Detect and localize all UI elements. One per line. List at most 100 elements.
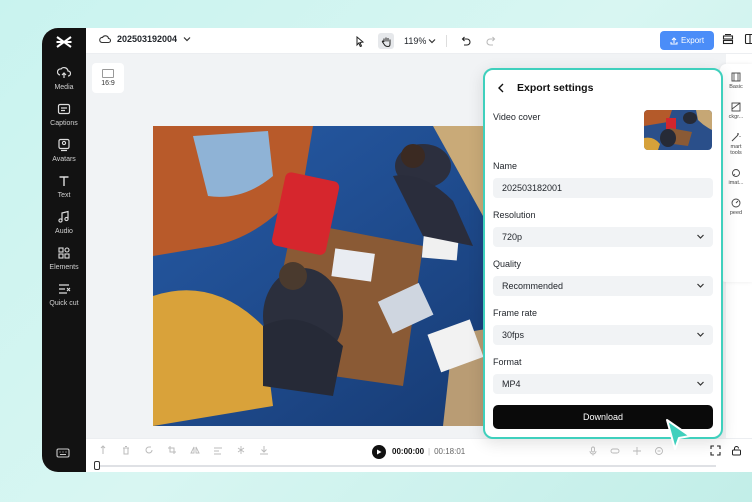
download-label: Download [582,412,624,422]
timeline-scrubber-track[interactable] [96,465,716,467]
download-arrow-icon[interactable] [259,445,269,455]
crop-icon[interactable] [167,445,177,455]
sidebar-item-label: Captions [50,120,78,127]
format-value: MP4 [502,379,521,389]
rail-item-smart-tools[interactable]: mart tools [720,132,752,156]
export-button[interactable]: Export [660,31,714,50]
animation-icon [732,169,740,177]
sidebar-item-media[interactable]: Media [42,66,86,92]
sidebar-item-elements[interactable]: Elements [42,246,86,272]
quick-cut-icon [59,284,71,294]
mirror-icon[interactable] [190,445,200,455]
name-input-value: 202503182001 [502,183,563,193]
select-tool-button[interactable] [352,33,368,49]
mouse-cursor-icon [664,418,694,457]
rail-item-label: imat... [728,180,744,186]
zoom-dropdown[interactable]: 119% [404,36,436,46]
resolution-select[interactable]: 720p [493,227,713,247]
panel-title: Export settings [517,82,594,94]
back-arrow-icon[interactable] [497,83,505,93]
current-time: 00:00:00 [392,447,425,456]
rail-item-speed[interactable]: peed [720,198,752,216]
split-icon[interactable] [98,445,108,455]
canvas-tools: 119% [352,33,499,49]
quality-select[interactable]: Recommended [493,276,713,296]
chevron-down-icon [428,39,436,44]
format-select[interactable]: MP4 [493,374,713,394]
sidebar-item-avatars[interactable]: Avatars [42,138,86,164]
toolbar-divider [446,35,448,47]
undo-button[interactable] [457,33,473,49]
capcut-logo-icon [54,32,74,52]
timeline-right-tools [588,446,664,456]
link-icon[interactable] [610,446,620,456]
chevron-down-icon [697,332,704,337]
magic-wand-icon [731,133,741,142]
sidebar-item-captions[interactable]: Captions [42,102,86,128]
rail-item-label: peed [729,210,743,216]
sidebar-item-label: Quick cut [49,300,79,307]
video-cover-label: Video cover [493,112,541,122]
play-button[interactable] [372,445,386,459]
delete-icon[interactable] [121,445,131,455]
play-icon [377,449,382,455]
rail-item-animation[interactable]: imat... [720,168,752,186]
redo-button[interactable] [483,33,499,49]
aspect-ratio-button[interactable]: 16:9 [92,63,124,93]
lock-icon[interactable] [731,445,742,456]
right-properties-rail: Basic ckgr... mart tools imat... peed [720,64,752,282]
fullscreen-icon[interactable] [710,445,721,456]
quality-value: Recommended [502,281,564,291]
upload-icon [670,36,678,44]
adjust-icon[interactable] [213,445,223,455]
total-time: 00:18:01 [434,447,466,456]
playhead-handle[interactable] [94,461,100,470]
rail-item-basic[interactable]: Basic [720,72,752,90]
media-icon [57,67,71,78]
sidebar-item-audio[interactable]: Audio [42,210,86,236]
frame-rate-select[interactable]: 30fps [493,325,713,345]
quality-label: Quality [493,259,522,269]
zoom-out-icon[interactable] [654,446,664,456]
export-label: Export [680,36,705,45]
sidebar-item-label: Avatars [52,156,76,163]
captions-icon [57,103,71,115]
rotate-icon[interactable] [144,445,154,455]
rail-item-label: ckgr... [728,114,744,120]
name-input[interactable]: 202503182001 [493,178,713,198]
undo-icon [461,36,471,46]
layers-icon[interactable] [722,33,734,45]
zoom-value: 119% [404,36,427,46]
rail-item-background[interactable]: ckgr... [720,102,752,120]
elements-icon [58,247,70,259]
frame-rate-label: Frame rate [493,308,538,318]
top-right-tools [722,33,752,45]
export-settings-panel: Export settings Video cover Name 2025031… [483,68,723,439]
sidebar-item-label: Audio [55,228,73,235]
video-cover-thumbnail[interactable] [644,110,712,150]
sidebar-item-quick-cut[interactable]: Quick cut [42,282,86,308]
aspect-ratio-label: 16:9 [101,80,115,87]
resolution-label: Resolution [493,210,536,220]
microphone-icon[interactable] [588,446,598,456]
sidebar-item-label: Text [57,192,71,199]
time-separator: | [428,447,431,456]
keyboard-shortcuts-icon[interactable] [56,446,70,464]
cover-image [644,110,712,150]
left-sidebar: Media Captions Avatars Text Audio Elemen… [42,28,86,472]
project-title-group[interactable]: 202503192004 [99,34,191,44]
text-icon [59,176,69,186]
timeline-tools [98,445,269,455]
format-label: Format [493,357,522,367]
panel-layout-icon[interactable] [744,33,752,45]
speed-icon [731,198,741,208]
chevron-down-icon [697,283,704,288]
split-track-icon[interactable] [632,446,642,456]
pointer-icon [356,35,365,47]
sidebar-item-label: Media [54,84,74,91]
background-icon [731,102,741,112]
hand-tool-button[interactable] [378,33,394,49]
sidebar-item-label: Elements [49,264,79,271]
freeze-icon[interactable] [236,445,246,455]
sidebar-item-text[interactable]: Text [42,174,86,200]
